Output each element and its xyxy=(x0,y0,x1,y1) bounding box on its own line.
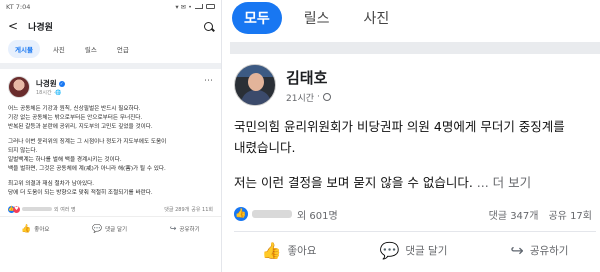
left-mobile-screenshot: KT 7:04 ▾ ✉ • < 나경원 게시물 사진 릴스 언급 나경원 ✓ 1… xyxy=(0,0,222,272)
tab-all[interactable]: 모두 xyxy=(232,2,282,34)
post-author: 나경원 ✓ xyxy=(36,78,65,89)
post-paragraph: 그러나 이번 윤리위의 징계는 그 시점이나 정도가 지도부에도 도움이 되지 … xyxy=(8,139,167,172)
post-header: 김태호 21시간 · xyxy=(230,54,600,112)
post-text-line: 국민의힘 윤리위원회가 비당권파 의원 4명에게 무더기 중징계를 xyxy=(234,119,565,134)
shares-count[interactable]: 공유 17회 xyxy=(548,207,592,222)
thumbs-up-icon: 👍 xyxy=(21,224,32,233)
comments-count[interactable]: 댓글 347개 xyxy=(489,207,539,222)
comment-button[interactable]: 💬 댓글 달기 xyxy=(379,241,447,260)
globe-icon: ·🌐 xyxy=(53,89,62,96)
tab-photos[interactable]: 사진 xyxy=(352,2,402,34)
tab-mentions[interactable]: 언급 xyxy=(110,40,136,58)
shares-count[interactable]: 공유 11회 xyxy=(191,206,213,213)
post-time: 18시간 xyxy=(36,90,52,96)
globe-icon xyxy=(322,93,331,101)
post-text-line: 저는 이런 결정을 보며 묻지 않을 수 없습니다. xyxy=(234,175,473,190)
share-icon: ↪ xyxy=(510,240,524,260)
reaction-icons[interactable]: 👍 ♥ xyxy=(8,205,20,213)
tab-photos[interactable]: 사진 xyxy=(46,40,72,58)
blurred-names xyxy=(252,210,292,218)
post-text-line: 내렸습니다. xyxy=(234,140,296,155)
like-label: 좋아요 xyxy=(34,226,50,233)
section-divider xyxy=(230,42,600,54)
right-post-screenshot: 모두 릴스 사진 김태호 21시간 · 국민의힘 윤리위원회가 비당권파 의원 … xyxy=(230,0,600,272)
see-more-link[interactable]: ... 더 보기 xyxy=(477,175,531,190)
feed-tabs: 모두 릴스 사진 xyxy=(230,0,600,36)
tab-reels[interactable]: 릴스 xyxy=(292,2,342,34)
comment-button[interactable]: 💬 댓글 달기 xyxy=(92,224,127,233)
blurred-names xyxy=(22,207,52,211)
share-label: 공유하기 xyxy=(529,244,569,257)
search-icon[interactable] xyxy=(204,21,213,31)
battery-icon xyxy=(206,4,215,9)
comment-icon: 💬 xyxy=(92,224,103,233)
post-author[interactable]: 김태호 xyxy=(286,67,331,88)
share-button[interactable]: ↪ 공유하기 xyxy=(170,224,200,233)
verified-badge-icon: ✓ xyxy=(58,80,65,87)
status-icons: ▾ ✉ • xyxy=(175,3,215,11)
comments-count[interactable]: 댓글 289개 xyxy=(164,206,189,213)
profile-title: 나경원 xyxy=(28,22,53,33)
thumbs-up-icon: 👍 xyxy=(261,240,282,260)
profile-tabs: 게시물 사진 릴스 언급 xyxy=(0,39,221,59)
post-paragraph: 최고위 의결과 재심 절차가 남아있다. 당에 더 도움이 되는 방향으로 맞춰… xyxy=(8,181,153,196)
post-body: 국민의힘 윤리위원회가 비당권파 의원 4명에게 무더기 중징계를 내렸습니다.… xyxy=(230,112,600,193)
post-paragraph: 어느 공동체든 기강과 원칙, 신상필벌은 반드시 필요하다. 기강 없는 공동… xyxy=(8,106,153,130)
love-reaction-icon: ♥ xyxy=(13,205,20,213)
back-arrow-icon[interactable]: < xyxy=(8,19,18,33)
post-stats: 👍 외 601명 댓글 347개 공유 17회 xyxy=(230,203,600,225)
post-actions: 👍 좋아요 💬 댓글 달기 ↪ 공유하기 xyxy=(230,232,600,268)
status-carrier-time: KT 7:04 xyxy=(6,2,31,11)
like-button[interactable]: 👍 좋아요 xyxy=(262,241,317,260)
post-time: 21시간 xyxy=(286,93,315,104)
reactions-count[interactable]: 외 601명 xyxy=(297,207,338,222)
reactions-count[interactable]: 외 여러 명 xyxy=(54,206,76,213)
profile-header: < 나경원 xyxy=(0,13,221,39)
tab-reels[interactable]: 릴스 xyxy=(78,40,104,58)
post-header: 나경원 ✓ 18시간 ·🌐 ⋯ xyxy=(0,69,221,102)
like-label: 좋아요 xyxy=(287,244,317,257)
post-actions: 👍 좋아요 💬 댓글 달기 ↪ 공유하기 xyxy=(0,216,221,240)
signal-icon xyxy=(195,4,203,9)
share-icon: ↪ xyxy=(169,224,177,233)
post-meta: 18시간 ·🌐 xyxy=(36,89,65,97)
author-name[interactable]: 나경원 xyxy=(36,78,57,89)
comment-icon: 💬 xyxy=(379,240,400,260)
post-text-paragraph: 저는 이런 결정을 보며 묻지 않을 수 없습니다. ... 더 보기 xyxy=(234,172,592,193)
status-bar: KT 7:04 ▾ ✉ • xyxy=(0,0,221,13)
comment-label: 댓글 달기 xyxy=(405,244,448,257)
share-button[interactable]: ↪ 공유하기 xyxy=(510,241,568,260)
share-label: 공유하기 xyxy=(179,226,200,233)
like-reaction-icon[interactable]: 👍 xyxy=(234,207,248,221)
comment-label: 댓글 달기 xyxy=(105,226,128,233)
like-button[interactable]: 👍 좋아요 xyxy=(21,224,49,233)
post-stats: 👍 ♥ 외 여러 명 댓글 289개 공유 11회 xyxy=(0,204,221,214)
post-meta: 21시간 · xyxy=(286,91,331,104)
more-options-icon[interactable]: ⋯ xyxy=(204,76,213,86)
avatar[interactable] xyxy=(234,64,276,106)
tab-posts[interactable]: 게시물 xyxy=(8,40,40,58)
status-misc-icons: ▾ ✉ • xyxy=(175,2,192,11)
avatar[interactable] xyxy=(8,76,30,98)
post-body: 어느 공동체든 기강과 원칙, 신상필벌은 반드시 필요하다. 기강 없는 공동… xyxy=(0,102,221,198)
